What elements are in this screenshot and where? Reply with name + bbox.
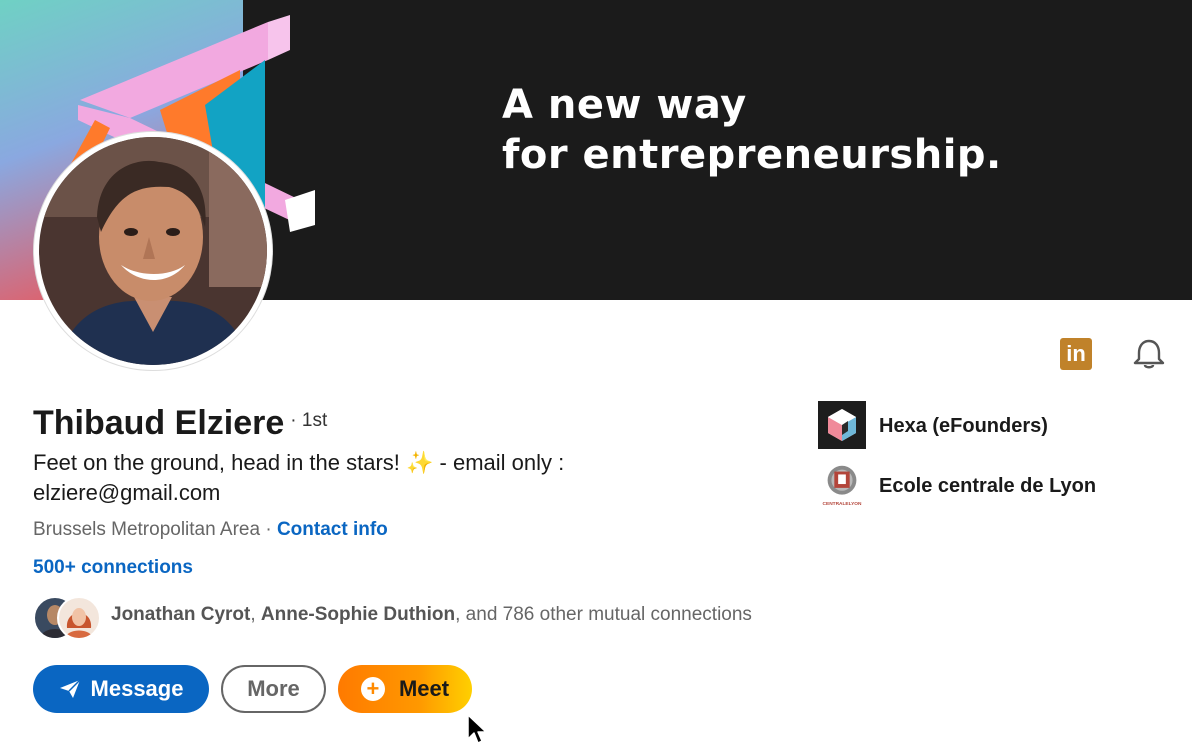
profile-name-row: Thibaud Elziere · 1st	[33, 404, 327, 443]
message-button[interactable]: Message	[33, 665, 209, 713]
banner-tagline: A new way for entrepreneurship.	[502, 80, 1002, 180]
org-name-hexa: Hexa (eFounders)	[879, 415, 1048, 437]
profile-location: Brussels Metropolitan Area	[33, 519, 261, 540]
ecole-logo-text: CENTRALELYON	[823, 501, 862, 507]
meet-button[interactable]: + Meet	[338, 665, 472, 713]
bell-icon[interactable]	[1132, 338, 1166, 370]
mutual-name-1: Jonathan Cyrot	[111, 604, 251, 625]
plus-icon: +	[360, 677, 385, 701]
mutual-connections-text: Jonathan Cyrot, Anne-Sophie Duthion, and…	[111, 604, 752, 626]
headline-line-2: elziere@gmail.com	[33, 480, 221, 505]
headline-line-1: Feet on the ground, head in the stars! ✨…	[33, 450, 565, 475]
message-label: Message	[90, 676, 184, 701]
profile-name: Thibaud Elziere	[33, 404, 285, 442]
send-icon	[59, 679, 81, 698]
mouse-cursor-icon	[467, 714, 487, 744]
contact-info-link[interactable]: Contact info	[277, 519, 388, 540]
hexa-logo-icon	[818, 401, 866, 449]
connections-link[interactable]: 500+ connections	[33, 557, 193, 579]
more-button[interactable]: More	[221, 665, 326, 713]
mutual-comma: ,	[250, 604, 256, 625]
meet-label: Meet	[398, 676, 450, 701]
mutual-rest: , and 786 other mutual connections	[455, 604, 752, 625]
location-separator: ·	[265, 519, 272, 540]
linkedin-icon[interactable]: in	[1060, 338, 1092, 370]
profile-headline: Feet on the ground, head in the stars! ✨…	[33, 448, 673, 508]
tagline-line-1: A new way	[502, 82, 747, 128]
mutual-name-2: Anne-Sophie Duthion	[260, 604, 456, 625]
location-row: Brussels Metropolitan Area · Contact inf…	[33, 519, 388, 541]
more-label: More	[247, 676, 300, 701]
org-name-ecole: Ecole centrale de Lyon	[879, 475, 1097, 497]
mutual-avatars	[33, 594, 103, 640]
tagline-line-2: for entrepreneurship.	[502, 132, 1002, 178]
profile-photo	[39, 137, 267, 365]
profile-avatar[interactable]	[34, 132, 272, 370]
connection-degree: · 1st	[290, 410, 328, 431]
mutual-avatar-2	[57, 596, 101, 640]
ecole-centrale-logo-icon: CENTRALELYON	[818, 461, 866, 509]
